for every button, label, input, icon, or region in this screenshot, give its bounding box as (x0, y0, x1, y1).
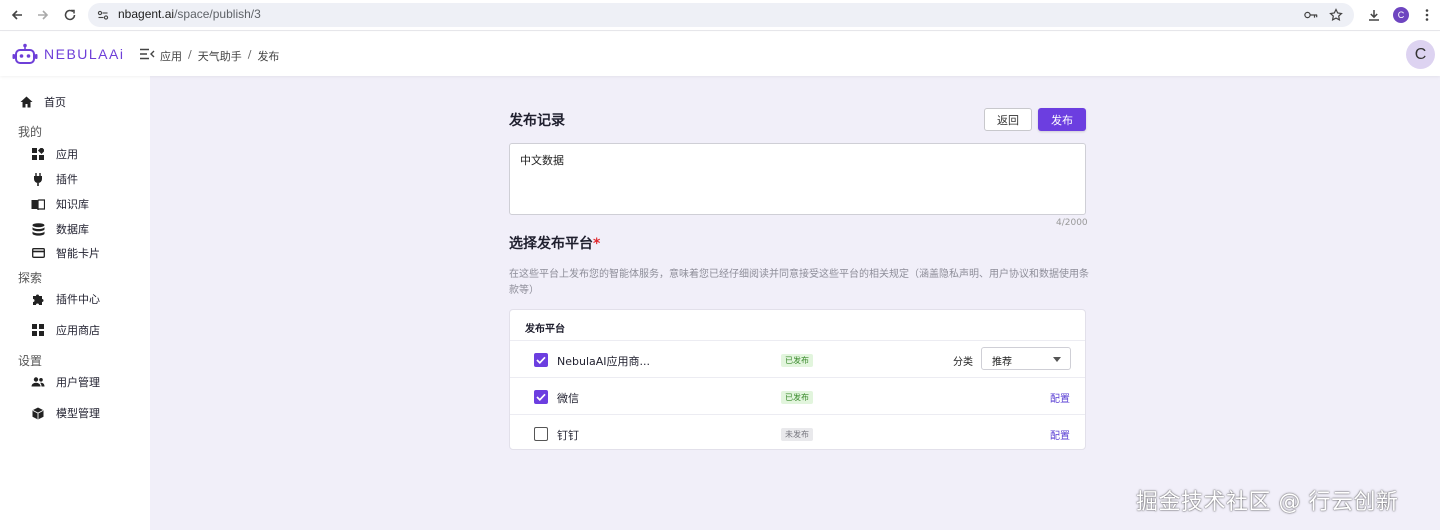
address-bar[interactable]: nbagent.ai/space/publish/3 (88, 3, 1354, 27)
url-host: nbagent.ai (118, 7, 175, 21)
sidebar-group-mine: 我的 (18, 125, 43, 139)
sidebar: 首页 我的 应用 插件 知识库 数据库 智能卡片 探索 插件中心 应用商店 设置… (0, 76, 150, 530)
caret-down-icon (1053, 357, 1061, 362)
category-label: 分类 (953, 357, 973, 368)
back-arrow-icon[interactable] (8, 6, 26, 24)
platform-checkbox-wechat[interactable] (534, 390, 548, 404)
platform-row-dingtalk: 钉钉 未发布 配置 (510, 415, 1085, 452)
breadcrumb-separator: / (188, 48, 192, 61)
configure-link-dingtalk[interactable]: 配置 (1050, 427, 1070, 442)
sidebar-group-explore: 探索 (18, 271, 43, 285)
check-icon (536, 356, 546, 364)
sidebar-item-label: 首页 (44, 96, 66, 109)
url-path: /space/publish/3 (174, 7, 261, 21)
sidebar-item-label: 用户管理 (56, 376, 100, 389)
sidebar-item-plugin-center[interactable]: 插件中心 (31, 290, 100, 308)
sidebar-group-settings: 设置 (18, 354, 43, 368)
platform-row-nebula: NebulaAI应用商... 已发布 分类 推荐 (510, 341, 1085, 378)
card-icon (31, 246, 45, 260)
platform-checkbox-nebula[interactable] (534, 353, 548, 367)
breadcrumb-separator: / (247, 48, 252, 61)
configure-link-wechat[interactable]: 配置 (1050, 390, 1070, 405)
browser-profile-avatar[interactable]: C (1393, 7, 1409, 23)
sidebar-item-label: 模型管理 (56, 407, 100, 420)
bookmark-star-icon[interactable] (1329, 8, 1343, 22)
site-settings-icon[interactable] (96, 8, 110, 22)
publish-button[interactable]: 发布 (1038, 108, 1086, 131)
reload-icon[interactable] (61, 6, 79, 24)
publish-record-textarea[interactable]: 中文数据 (509, 143, 1086, 215)
sidebar-item-label: 智能卡片 (56, 247, 100, 260)
sidebar-item-user-management[interactable]: 用户管理 (31, 373, 100, 391)
required-mark: * (593, 236, 601, 252)
sidebar-item-label: 应用 (56, 148, 78, 161)
apps-grid-icon (31, 147, 45, 161)
app-store-grid-icon (31, 323, 45, 337)
platform-checkbox-dingtalk[interactable] (534, 427, 548, 441)
publish-record-title: 发布记录 (509, 113, 565, 129)
status-badge: 已发布 (781, 391, 813, 404)
forward-arrow-icon[interactable] (34, 6, 52, 24)
sidebar-item-label: 应用商店 (56, 324, 100, 337)
app-header: NEBULAAi 应用 / 天气助手 / 发布 C (0, 32, 1440, 76)
user-avatar[interactable]: C (1406, 40, 1435, 69)
home-icon (19, 95, 33, 109)
check-icon (536, 393, 546, 401)
platform-title-text: 选择发布平台 (509, 236, 593, 252)
breadcrumb: 应用 / 天气助手 / 发布 (160, 48, 279, 64)
breadcrumb-item-assistant[interactable]: 天气助手 (198, 48, 242, 64)
platform-description: 在这些平台上发布您的智能体服务，意味着您已经仔细阅读并同意接受这些平台的相关规定… (509, 269, 1089, 296)
platform-name: NebulaAI应用商... (557, 355, 651, 368)
app-logo[interactable]: NEBULAAi (12, 43, 124, 65)
password-key-icon[interactable] (1304, 8, 1318, 22)
browser-toolbar: nbagent.ai/space/publish/3 C (0, 0, 1440, 31)
download-icon[interactable] (1365, 6, 1383, 24)
sidebar-item-apps[interactable]: 应用 (31, 145, 78, 163)
sidebar-item-knowledge[interactable]: 知识库 (31, 195, 89, 213)
platform-table-header: 发布平台 (510, 310, 1085, 341)
back-button[interactable]: 返回 (984, 108, 1032, 131)
character-counter: 4/2000 (1056, 218, 1088, 228)
puzzle-icon (31, 292, 45, 306)
platform-column-header: 发布平台 (525, 324, 565, 335)
sidebar-item-model-management[interactable]: 模型管理 (31, 404, 100, 422)
category-select[interactable]: 推荐 (981, 347, 1071, 370)
sidebar-item-label: 数据库 (56, 223, 89, 236)
robot-logo-icon (12, 43, 38, 64)
breadcrumb-item-app[interactable]: 应用 (160, 48, 182, 64)
users-icon (31, 375, 45, 389)
browser-menu-icon[interactable] (1418, 6, 1436, 24)
sidebar-item-label: 插件 (56, 173, 78, 186)
breadcrumb-item-publish: 发布 (257, 50, 280, 63)
menu-collapse-icon[interactable] (139, 47, 155, 61)
cube-icon (31, 406, 45, 420)
status-badge: 未发布 (781, 428, 813, 441)
sidebar-item-plugins[interactable]: 插件 (31, 170, 78, 188)
platform-row-wechat: 微信 已发布 配置 (510, 378, 1085, 415)
platform-name: 微信 (557, 392, 579, 405)
logo-text: NEBULAAi (44, 46, 125, 62)
category-select-value: 推荐 (992, 357, 1012, 368)
sidebar-item-label: 插件中心 (56, 293, 100, 306)
url-text[interactable]: nbagent.ai/space/publish/3 (118, 7, 261, 21)
sidebar-item-app-store[interactable]: 应用商店 (31, 321, 100, 339)
sidebar-item-home[interactable]: 首页 (19, 93, 66, 111)
platform-name: 钉钉 (557, 429, 579, 442)
plug-icon (31, 172, 45, 186)
platform-table: 发布平台 NebulaAI应用商... 已发布 分类 推荐 微信 已发布 配置 … (509, 309, 1086, 450)
book-icon (31, 197, 45, 211)
watermark: 掘金技术社区 @ 行云创新 (1136, 490, 1399, 515)
database-icon (31, 222, 45, 236)
platform-section-title: 选择发布平台* (509, 233, 600, 253)
sidebar-item-database[interactable]: 数据库 (31, 220, 89, 238)
sidebar-item-label: 知识库 (56, 198, 89, 211)
sidebar-item-smart-card[interactable]: 智能卡片 (31, 244, 100, 262)
status-badge: 已发布 (781, 354, 813, 367)
